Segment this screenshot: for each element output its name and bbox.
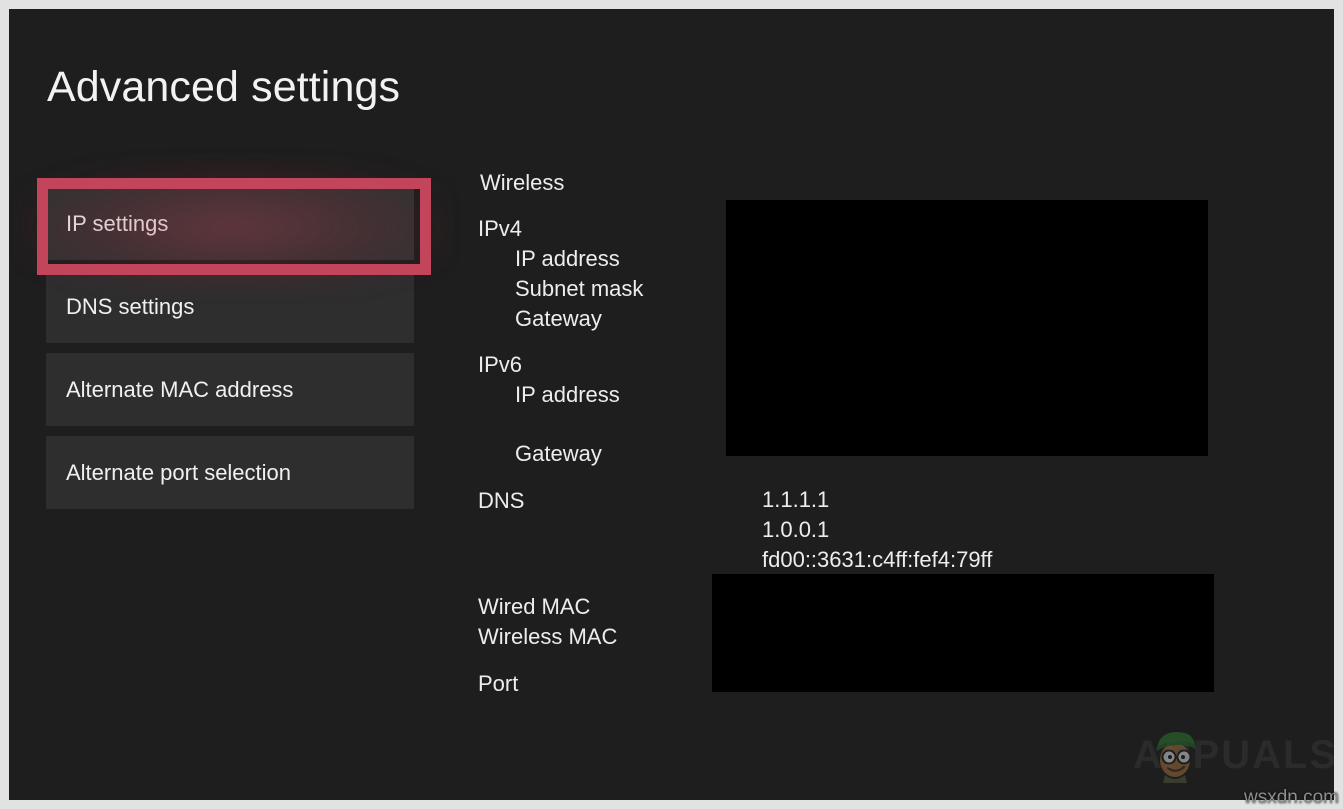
advanced-settings-screen: Advanced settings IP settings DNS settin… [9, 9, 1334, 800]
sidebar-item-label: Alternate MAC address [46, 379, 293, 401]
sidebar-item-label: Alternate port selection [46, 462, 291, 484]
wireless-mac-label: Wireless MAC [478, 626, 617, 648]
ipv4-subnet-mask-label: Subnet mask [478, 278, 643, 300]
dns-value-ipv6: fd00::3631:c4ff:fef4:79ff [762, 549, 992, 571]
redaction-block-ip-values [726, 200, 1208, 456]
ipv4-group-label: IPv4 [478, 218, 522, 240]
screenshot-frame: Advanced settings IP settings DNS settin… [0, 0, 1343, 809]
redaction-block-mac-port-values [712, 574, 1214, 692]
site-watermark: wsxdn.com [1244, 788, 1339, 807]
ipv6-gateway-label: Gateway [478, 443, 602, 465]
settings-nav-list: IP settings DNS settings Alternate MAC a… [46, 187, 414, 519]
sidebar-item-alternate-mac-address[interactable]: Alternate MAC address [46, 353, 414, 426]
ipv4-ip-address-label: IP address [478, 248, 620, 270]
appuals-mascot-icon [1149, 727, 1203, 783]
sidebar-item-ip-settings[interactable]: IP settings [46, 187, 414, 260]
ipv6-group-label: IPv6 [478, 354, 522, 376]
ipv6-ip-address-label: IP address [478, 384, 620, 406]
sidebar-item-dns-settings[interactable]: DNS settings [46, 270, 414, 343]
dns-label: DNS [478, 490, 524, 512]
sidebar-item-label: IP settings [46, 213, 168, 235]
dns-value-secondary: 1.0.0.1 [762, 519, 829, 541]
ipv4-gateway-label: Gateway [478, 308, 602, 330]
sidebar-item-alternate-port-selection[interactable]: Alternate port selection [46, 436, 414, 509]
sidebar-item-label: DNS settings [46, 296, 194, 318]
page-title: Advanced settings [47, 66, 400, 109]
dns-value-primary: 1.1.1.1 [762, 489, 829, 511]
port-label: Port [478, 673, 518, 695]
wired-mac-label: Wired MAC [478, 596, 590, 618]
connection-type-label: Wireless [480, 172, 564, 194]
appuals-watermark: APPUALS [1121, 727, 1333, 783]
